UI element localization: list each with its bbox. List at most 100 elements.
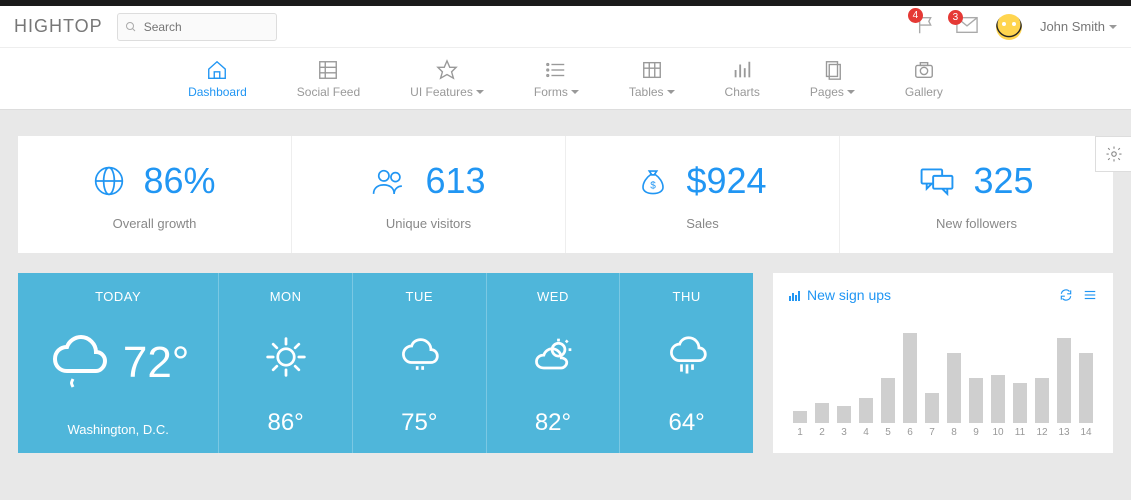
- gear-icon: [1105, 145, 1123, 163]
- chart-axis-label: 8: [947, 427, 961, 438]
- chart-bar: [1057, 338, 1071, 423]
- stat-overall-growth: 86% Overall growth: [18, 136, 292, 253]
- signups-chart: 1234567891011121314: [789, 323, 1097, 438]
- globe-icon: [93, 165, 125, 197]
- cloud-rain-icon: [47, 331, 111, 395]
- nav-pages[interactable]: Pages: [810, 59, 855, 99]
- stat-label: Sales: [576, 216, 829, 231]
- chart-bar: [991, 375, 1005, 423]
- mail-badge: 3: [948, 10, 963, 25]
- chevron-down-icon: [847, 90, 855, 94]
- chart-bar: [881, 378, 895, 423]
- chart-axis-label: 2: [815, 427, 829, 438]
- flag-badge: 4: [908, 8, 923, 23]
- bars-small-icon: [789, 289, 801, 301]
- chart-axis-label: 7: [925, 427, 939, 438]
- signups-header: New sign ups: [789, 287, 1097, 303]
- users-icon: [371, 165, 407, 197]
- nav-label: Forms: [534, 85, 568, 99]
- chevron-down-icon: [476, 90, 484, 94]
- chart-axis-label: 4: [859, 427, 873, 438]
- weather-today: TODAY 72° Washington, D.C.: [18, 273, 219, 453]
- weather-day-temp: 86°: [267, 409, 303, 437]
- nav-label: UI Features: [410, 85, 473, 99]
- chart-axis-label: 13: [1057, 427, 1071, 438]
- weather-today-temp: 72°: [123, 338, 190, 388]
- nav-ui-features[interactable]: UI Features: [410, 59, 484, 99]
- search-wrap: [117, 13, 277, 41]
- nav-label: Gallery: [905, 85, 943, 99]
- chat-icon: [919, 165, 955, 197]
- chart-bar: [1079, 353, 1093, 423]
- nav-gallery[interactable]: Gallery: [905, 59, 943, 99]
- home-icon: [206, 59, 228, 81]
- cloud-rain-heavy-icon: [665, 335, 709, 379]
- nav-tables[interactable]: Tables: [629, 59, 675, 99]
- weather-location: Washington, D.C.: [67, 422, 168, 437]
- nav-dashboard[interactable]: Dashboard: [188, 59, 247, 99]
- chart-axis-label: 5: [881, 427, 895, 438]
- sun-icon: [264, 335, 308, 379]
- table-icon: [641, 59, 663, 81]
- cloud-drizzle-icon: [397, 335, 441, 379]
- stat-sales: $ $924 Sales: [566, 136, 840, 253]
- feed-icon: [317, 59, 339, 81]
- weather-day-label: MON: [270, 289, 302, 304]
- partly-cloudy-icon: [531, 335, 575, 379]
- brand-logo[interactable]: HIGHTOP: [14, 16, 103, 37]
- search-icon: [125, 21, 137, 33]
- chart-bar: [903, 333, 917, 423]
- stat-value: $924: [686, 160, 766, 202]
- nav-social-feed[interactable]: Social Feed: [297, 59, 360, 99]
- star-icon: [436, 59, 458, 81]
- chart-bar: [1013, 383, 1027, 423]
- weather-day-label: THU: [673, 289, 701, 304]
- nav-charts[interactable]: Charts: [725, 59, 760, 99]
- chart-axis-label: 3: [837, 427, 851, 438]
- chart-bar: [815, 403, 829, 423]
- chevron-down-icon: [1109, 25, 1117, 29]
- chart-bar: [947, 353, 961, 423]
- stat-value: 86%: [143, 160, 215, 202]
- weather-today-label: TODAY: [95, 289, 141, 304]
- refresh-icon[interactable]: [1059, 288, 1073, 302]
- chevron-down-icon: [571, 90, 579, 94]
- weather-day-label: WED: [537, 289, 569, 304]
- user-menu[interactable]: John Smith: [1040, 19, 1117, 34]
- weather-widget: TODAY 72° Washington, D.C. MON 86° TUE 7…: [18, 273, 753, 453]
- notifications-flag-button[interactable]: 4: [916, 14, 938, 39]
- chart-axis-label: 1: [793, 427, 807, 438]
- weather-thu: THU 64°: [620, 273, 753, 453]
- header: HIGHTOP 4 3 John Smith: [0, 6, 1131, 48]
- chevron-down-icon: [667, 90, 675, 94]
- chart-axis-label: 14: [1079, 427, 1093, 438]
- stat-label: Overall growth: [28, 216, 281, 231]
- chart-bar: [859, 398, 873, 423]
- weather-day-temp: 75°: [401, 409, 437, 437]
- camera-icon: [913, 59, 935, 81]
- nav-label: Dashboard: [188, 85, 247, 99]
- signups-panel: New sign ups 1234567891011121314: [773, 273, 1113, 453]
- chart-bar: [925, 393, 939, 423]
- stat-new-followers: 325 New followers: [840, 136, 1113, 253]
- weather-wed: WED 82°: [487, 273, 621, 453]
- notifications-mail-button[interactable]: 3: [956, 16, 978, 37]
- signups-title: New sign ups: [807, 287, 891, 303]
- list-icon: [545, 59, 567, 81]
- nav-label: Tables: [629, 85, 664, 99]
- chart-axis-label: 9: [969, 427, 983, 438]
- second-row: TODAY 72° Washington, D.C. MON 86° TUE 7…: [18, 273, 1113, 453]
- weather-day-temp: 64°: [668, 409, 704, 437]
- settings-tab[interactable]: [1095, 136, 1131, 172]
- chart-bar: [1035, 378, 1049, 423]
- stat-unique-visitors: 613 Unique visitors: [292, 136, 566, 253]
- avatar[interactable]: [996, 14, 1022, 40]
- search-input[interactable]: [117, 13, 277, 41]
- nav-label: Charts: [725, 85, 760, 99]
- nav-forms[interactable]: Forms: [534, 59, 579, 99]
- stat-value: 325: [973, 160, 1033, 202]
- nav-label: Pages: [810, 85, 844, 99]
- chart-axis-label: 6: [903, 427, 917, 438]
- weather-day-label: TUE: [406, 289, 434, 304]
- list-view-icon[interactable]: [1083, 288, 1097, 302]
